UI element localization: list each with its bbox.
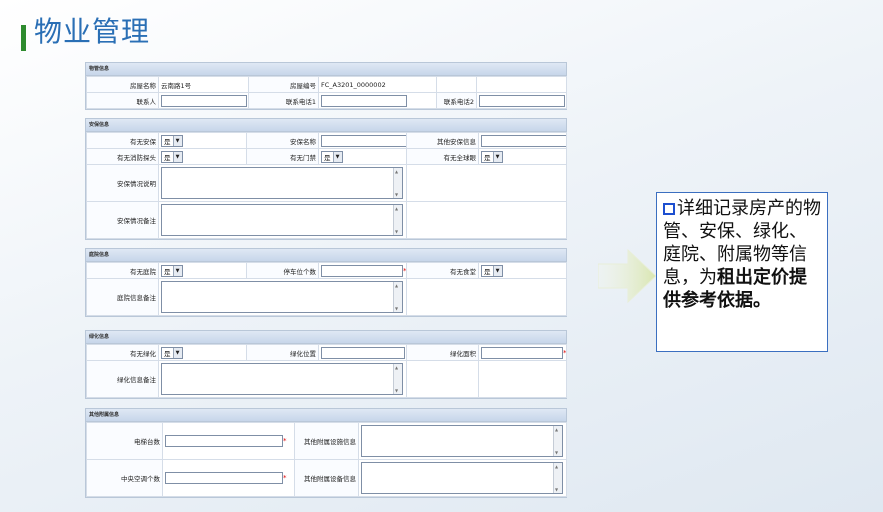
other-facility-label: 其他附属设施信息 [294,422,359,460]
security-desc-textarea[interactable] [161,167,403,199]
section-other: 其他附属信息 电梯台数 * 其他附属设施信息 中央空调个数 * 其他附属设备信息 [85,408,567,498]
scrollbar[interactable] [393,168,402,198]
chevron-down-icon: ▼ [172,265,182,276]
canteen-select[interactable]: 是 ▼ [481,264,503,277]
chevron-down-icon: ▼ [172,135,182,146]
has-yard-select[interactable]: 是 ▼ [161,264,183,277]
has-green-label: 有无绿化 [86,344,159,361]
required-mark: * [283,474,287,482]
phone1-input[interactable] [321,94,407,107]
elevator-label: 电梯台数 [86,422,163,460]
parking-label: 停车位个数 [246,262,319,279]
green-note-label: 绿化信息备注 [86,360,159,398]
chevron-down-icon: ▼ [492,265,502,276]
other-security-input[interactable] [481,134,566,147]
has-security-label: 有无安保 [86,132,159,149]
green-location-input[interactable] [321,346,405,359]
green-location-label: 绿化位置 [246,344,319,361]
section-property: 物管信息 房屋名称 云南路1号 房屋编号 FC_A3201_0000002 联系… [85,62,567,110]
parking-input[interactable] [321,264,403,277]
required-mark: * [283,437,287,445]
section-green: 绿化信息 有无绿化 是 ▼ 绿化位置 绿化面积 * 绿化信息备注 [85,330,567,399]
scrollbar[interactable] [553,426,562,456]
phone2-label: 联系电话2 [436,92,477,109]
scrollbar[interactable] [393,282,402,312]
page-title: 物业管理 [34,15,151,48]
ac-input[interactable] [165,472,283,484]
other-equipment-textarea[interactable] [361,462,563,494]
green-area-label: 绿化面积 [406,344,479,361]
green-note-textarea[interactable] [161,363,403,395]
fire-hose-label: 有无消防探头 [86,148,159,165]
sphere-label: 有无全球眼 [406,148,479,165]
yard-note-textarea[interactable] [161,281,403,313]
has-yard-label: 有无庭院 [86,262,159,279]
other-facility-textarea[interactable] [361,425,563,457]
phone1-label: 联系电话1 [248,92,319,109]
section-header: 安保信息 [86,119,566,132]
has-security-select[interactable]: 是 ▼ [161,134,183,147]
scrollbar[interactable] [393,364,402,394]
info-callout: 详细记录房产的物管、安保、绿化、庭院、附属物等信息，为租出定价提供参考依据。 [656,192,828,352]
section-header: 庭院信息 [86,249,566,262]
gate-label: 有无门禁 [246,148,319,165]
ac-label: 中央空调个数 [86,459,163,497]
has-green-select[interactable]: 是 ▼ [161,346,183,359]
section-yard: 庭院信息 有无庭院 是 ▼ 停车位个数 * 有无食堂 是 ▼ 庭院信息备注 [85,248,567,317]
green-area-input[interactable] [481,346,563,359]
chevron-down-icon: ▼ [492,151,502,162]
security-note-label: 安保情况备注 [86,201,159,239]
contact-input[interactable] [161,94,247,107]
phone2-input[interactable] [479,94,565,107]
security-name-input[interactable] [321,134,406,147]
security-desc-label: 安保情况说明 [86,164,159,202]
chevron-down-icon: ▼ [172,151,182,162]
section-header: 其他附属信息 [86,409,566,422]
house-name-label: 房屋名称 [86,76,159,93]
arrow-right-icon [598,248,657,304]
yard-note-label: 庭院信息备注 [86,278,159,316]
gate-select[interactable]: 是 ▼ [321,150,343,163]
square-bullet-icon [663,203,675,215]
scrollbar[interactable] [393,205,402,235]
fire-hose-select[interactable]: 是 ▼ [161,150,183,163]
chevron-down-icon: ▼ [172,347,182,358]
canteen-label: 有无食堂 [406,262,479,279]
other-equipment-label: 其他附属设备信息 [294,459,359,497]
scrollbar[interactable] [553,463,562,493]
security-name-label: 安保名称 [246,132,319,149]
required-mark: * [403,266,407,275]
house-no-label: 房屋编号 [248,76,319,93]
other-security-label: 其他安保信息 [406,132,479,149]
required-mark: * [563,348,567,357]
security-note-textarea[interactable] [161,204,403,236]
section-security: 安保信息 有无安保 是 ▼ 安保名称 其他安保信息 有无消防探头 是 ▼ 有无门禁 … [85,118,567,240]
section-header: 物管信息 [86,63,566,76]
house-name-value: 云南路1号 [158,76,249,93]
section-header: 绿化信息 [86,331,566,344]
sphere-select[interactable]: 是 ▼ [481,150,503,163]
elevator-input[interactable] [165,435,283,447]
chevron-down-icon: ▼ [332,151,342,162]
title-accent-bar [21,25,26,51]
contact-label: 联系人 [86,92,159,109]
house-no-value: FC_A3201_0000002 [318,76,437,93]
